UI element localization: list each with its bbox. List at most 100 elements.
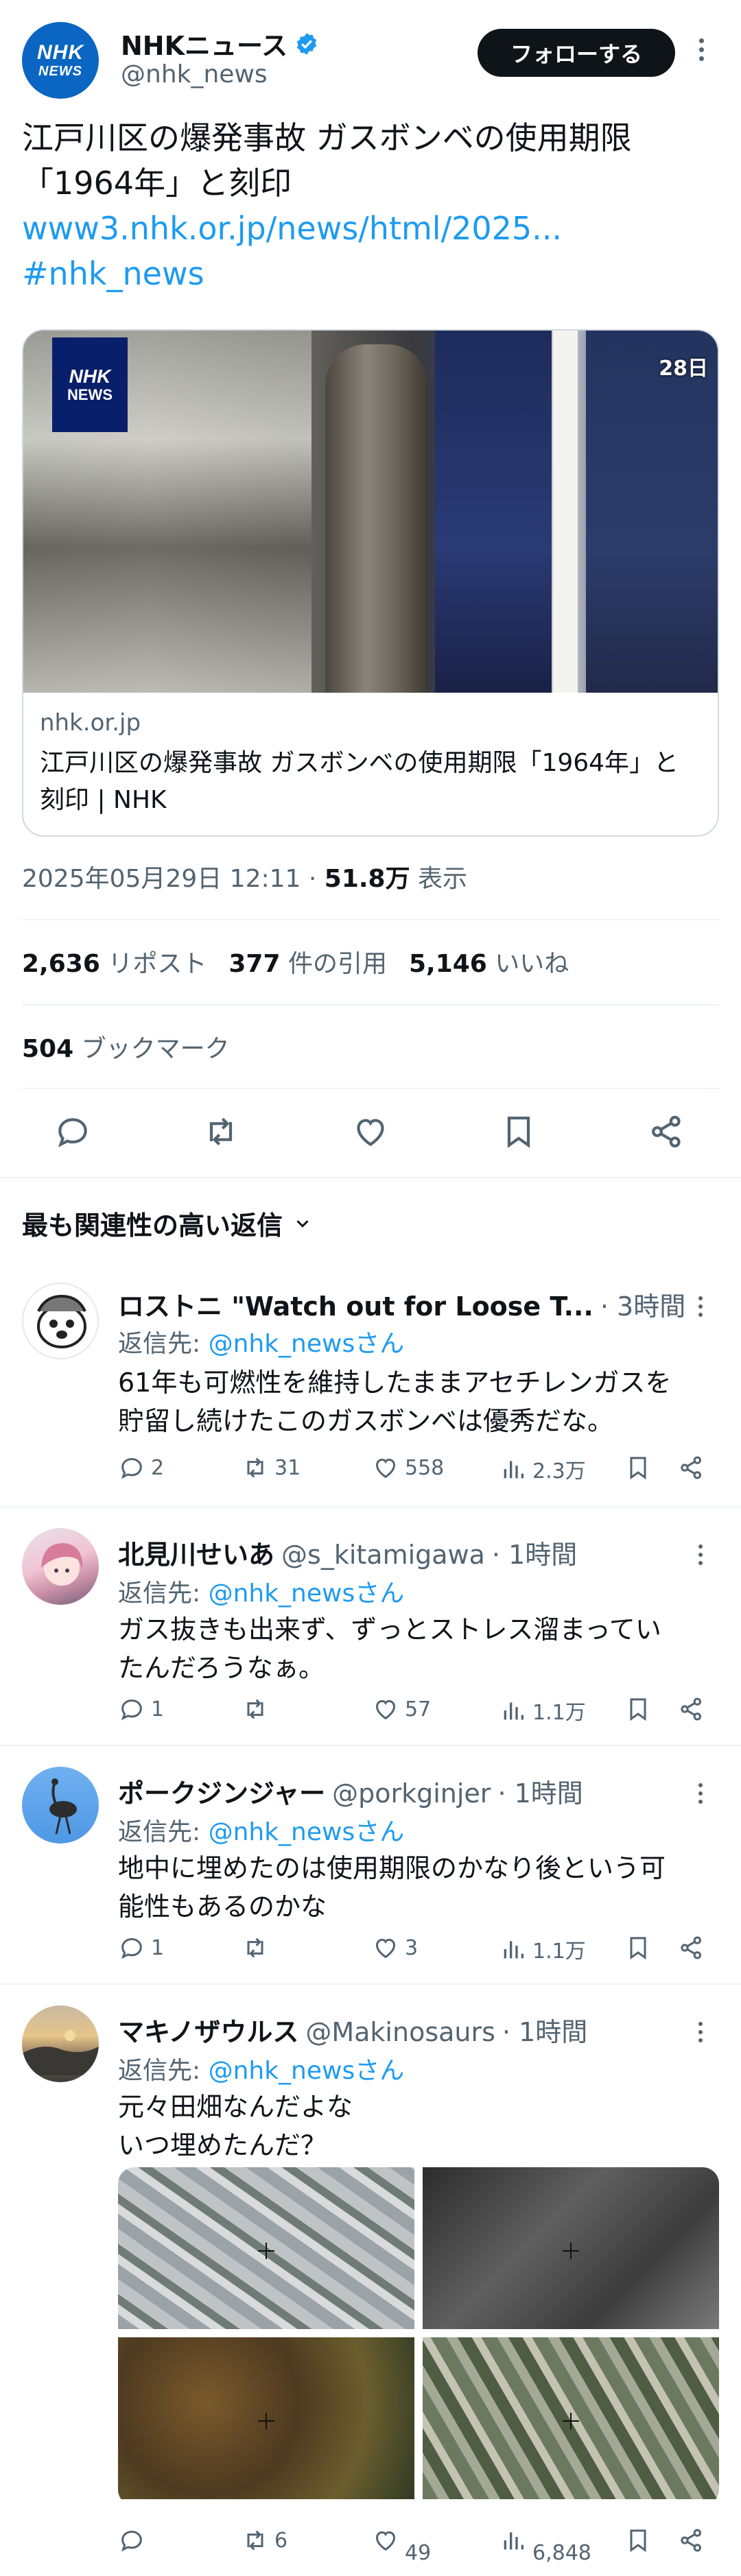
reply-time[interactable]: · 1時間 (497, 1772, 583, 1810)
reply-time[interactable]: · 1時間 (502, 2011, 587, 2049)
reply-button[interactable]: 2 (118, 1454, 164, 1481)
bookmark-button[interactable] (624, 1454, 652, 1481)
reply-author-name[interactable]: ロストニ "Watch out for Loose T... (118, 1285, 593, 1323)
repost-button[interactable]: 31 (242, 1454, 301, 1481)
more-options-icon[interactable] (698, 2022, 703, 2042)
share-button[interactable] (678, 1454, 705, 1481)
bookmark-stat[interactable]: 504 ブックマーク (22, 1029, 230, 1064)
reply-icon (121, 1937, 142, 1959)
like-icon (375, 1700, 396, 1720)
reply-time[interactable]: · 1時間 (492, 1534, 577, 1571)
reply-author-handle[interactable]: @Makinosaurs (305, 2017, 495, 2047)
reply-avatar[interactable] (22, 2005, 99, 2082)
tweet-hashtag[interactable]: #nhk_news (22, 251, 719, 296)
author-display-name[interactable]: NHKニュース (121, 25, 319, 62)
share-button[interactable] (678, 1695, 705, 1723)
more-options-icon[interactable] (698, 1783, 703, 1804)
views-bar-chart-icon (504, 1941, 524, 1959)
like-stat[interactable]: 5,146 いいね (409, 944, 569, 979)
reply-to-handle[interactable]: @nhk_newsさん (209, 1579, 405, 1608)
reply-to-line: 返信先: @nhk_newsさん (118, 1324, 404, 1359)
dog-avatar-icon (37, 1294, 86, 1348)
views-button[interactable]: 1.1万 (499, 1934, 586, 1964)
more-options-icon[interactable] (698, 1296, 703, 1317)
share-button[interactable] (678, 2527, 705, 2554)
views-button[interactable]: 6,848 (499, 2527, 591, 2565)
quote-stat[interactable]: 377 件の引用 (228, 944, 387, 979)
reply-to-handle[interactable]: @nhk_newsさん (209, 1818, 405, 1846)
aerial-photo-color-old[interactable] (423, 2337, 719, 2499)
reply-action-bar: 6 49 6,848 (118, 2527, 736, 2565)
like-button[interactable]: 3 (372, 1934, 418, 1961)
bookmark-icon[interactable] (499, 1112, 538, 1151)
reply-item[interactable]: ロストニ "Watch out for Loose T... · 3時間 返信先… (0, 1255, 741, 1495)
views-button[interactable]: 2.3万 (499, 1454, 586, 1484)
reply-button[interactable]: 1 (118, 1695, 164, 1723)
reply-avatar[interactable] (22, 1528, 99, 1605)
repost-button[interactable] (242, 1695, 274, 1723)
reply-body-line: 地中に埋めたのは使用期限のかなり後という可 (118, 1853, 666, 1883)
reply-author-name[interactable]: ポークジンジャー (118, 1772, 325, 1810)
like-button[interactable]: 558 (372, 1454, 444, 1481)
reply-image-grid[interactable] (118, 2167, 719, 2506)
reply-button[interactable]: 1 (118, 1934, 164, 1961)
follow-button[interactable]: フォローする (478, 29, 675, 77)
avatar-text-nhk: NHK (37, 41, 84, 64)
like-count: 3 (405, 1935, 419, 1960)
reply-item[interactable]: ポークジンジャー @porkginjer · 1時間 返信先: @nhk_new… (0, 1746, 741, 1983)
reply-item[interactable]: 北見川せいあ @s_kitamigawa · 1時間 返信先: @nhk_new… (0, 1507, 741, 1745)
card-image: NHK NEWS 28日 (23, 331, 718, 693)
tweet-timestamp[interactable]: 2025年05月29日 12:11 · (22, 865, 325, 893)
views-button[interactable]: 1.1万 (499, 1695, 586, 1726)
reply-sort-dropdown[interactable]: 最も関連性の高い返信 (22, 1204, 313, 1242)
reply-body-line: いつ埋めたんだ？ (118, 2130, 327, 2160)
author-avatar[interactable]: NHK NEWS (22, 22, 99, 99)
reply-to-prefix: 返信先: (118, 2057, 209, 2085)
bookmark-button[interactable] (624, 2527, 652, 2554)
reply-count: 1 (151, 1697, 165, 1721)
bookmark-button[interactable] (624, 1695, 652, 1723)
repost-button[interactable]: 6 (242, 2527, 287, 2554)
bookmark-button[interactable] (624, 1934, 652, 1961)
reply-author-name[interactable]: 北見川せいあ (118, 1534, 274, 1571)
share-icon[interactable] (648, 1112, 686, 1151)
aerial-photo-monochrome[interactable] (423, 2167, 719, 2329)
reply-author-handle[interactable]: @porkginjer (332, 1778, 491, 1809)
reply-button[interactable] (118, 2527, 151, 2554)
aerial-photo-color-recent[interactable] (118, 2167, 414, 2329)
divider (22, 1004, 719, 1005)
like-button[interactable]: 49 (372, 2527, 431, 2565)
reply-avatar[interactable] (22, 1283, 99, 1359)
tweet-text-line: 「1964年」と刻印 (22, 165, 292, 202)
reply-time[interactable]: · 3時間 (600, 1285, 685, 1323)
reply-body-line: 元々田畑なんだよな (118, 2092, 353, 2122)
reply-to-prefix: 返信先: (118, 1579, 209, 1608)
aerial-photo-fields[interactable] (118, 2337, 414, 2499)
repost-stat[interactable]: 2,636 リポスト (22, 944, 207, 979)
reply-author-name[interactable]: マキノザウルス (118, 2011, 298, 2049)
author-handle[interactable]: @nhk_news (121, 60, 268, 88)
reply-header: マキノザウルス @Makinosaurs · 1時間 (118, 2011, 587, 2049)
bookmark-icon (630, 2529, 646, 2553)
reply-icon[interactable] (54, 1112, 92, 1151)
reply-header: ロストニ "Watch out for Loose T... · 3時間 (118, 1285, 685, 1323)
like-icon[interactable] (351, 1112, 390, 1151)
avatar-text-news: NEWS (38, 64, 82, 79)
bookmark-label: ブックマーク (81, 1035, 230, 1063)
reply-to-handle[interactable]: @nhk_newsさん (209, 1330, 405, 1358)
repost-button[interactable] (242, 1934, 274, 1961)
share-button[interactable] (678, 1934, 705, 1961)
reply-item[interactable]: マキノザウルス @Makinosaurs · 1時間 返信先: @nhk_new… (0, 1985, 741, 2576)
reply-author-handle[interactable]: @s_kitamigawa (281, 1540, 485, 1570)
reply-avatar[interactable] (22, 1767, 99, 1844)
repost-icon (247, 2530, 263, 2551)
more-options-icon[interactable] (698, 1545, 703, 1565)
like-button[interactable]: 57 (372, 1695, 431, 1723)
view-count: 1.1万 (532, 1701, 586, 1725)
repost-icon[interactable] (202, 1112, 240, 1151)
reply-to-handle[interactable]: @nhk_newsさん (209, 2057, 405, 2085)
reply-to-line: 返信先: @nhk_newsさん (118, 1812, 404, 1848)
more-options-icon[interactable] (693, 38, 709, 61)
link-card[interactable]: NHK NEWS 28日 nhk.or.jp 江戸川区の爆発事故 ガスボンベの使… (22, 329, 719, 837)
tweet-link[interactable]: www3.nhk.or.jp/news/html/2025... (22, 206, 719, 251)
